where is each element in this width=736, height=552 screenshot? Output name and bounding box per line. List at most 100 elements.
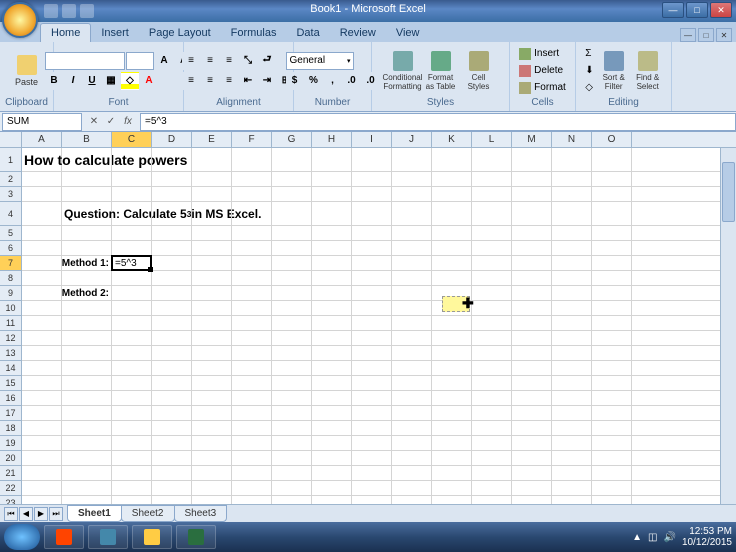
cell-G21[interactable]: [272, 466, 312, 480]
name-box[interactable]: SUM: [2, 113, 82, 131]
cell-N11[interactable]: [552, 316, 592, 330]
cell-M14[interactable]: [512, 361, 552, 375]
cell-D23[interactable]: [152, 496, 192, 504]
fill-color-button[interactable]: ◇: [121, 72, 139, 90]
cell-O3[interactable]: [592, 187, 632, 201]
cell-C1[interactable]: [112, 148, 152, 171]
cell-K4[interactable]: [432, 202, 472, 225]
cell-O22[interactable]: [592, 481, 632, 495]
sheet-tab-2[interactable]: Sheet2: [121, 505, 175, 522]
start-button[interactable]: [4, 524, 40, 550]
cell-G18[interactable]: [272, 421, 312, 435]
conditional-formatting-button[interactable]: Conditional Formatting: [385, 45, 421, 97]
cell-B4[interactable]: Question: Calculate 53 in MS Excel.: [62, 202, 112, 225]
taskbar-app-2[interactable]: [88, 525, 128, 549]
cell-K21[interactable]: [432, 466, 472, 480]
cell-O8[interactable]: [592, 271, 632, 285]
office-button[interactable]: [2, 2, 38, 38]
cell-C2[interactable]: [112, 172, 152, 186]
save-icon[interactable]: [44, 4, 58, 18]
comma-button[interactable]: ,: [324, 72, 342, 90]
sheet-tab-3[interactable]: Sheet3: [174, 505, 228, 522]
next-sheet-button[interactable]: ▶: [34, 507, 48, 521]
cell-H13[interactable]: [312, 346, 352, 360]
cell-A5[interactable]: [22, 226, 62, 240]
cell-I11[interactable]: [352, 316, 392, 330]
cell-B8[interactable]: [62, 271, 112, 285]
cell-D4[interactable]: [152, 202, 192, 225]
cell-G9[interactable]: [272, 286, 312, 300]
cell-H22[interactable]: [312, 481, 352, 495]
column-header-B[interactable]: B: [62, 132, 112, 147]
cell-F10[interactable]: [232, 301, 272, 315]
cell-D16[interactable]: [152, 391, 192, 405]
row-header-10[interactable]: 10: [0, 301, 21, 316]
cell-O7[interactable]: [592, 256, 632, 270]
cell-E15[interactable]: [192, 376, 232, 390]
tab-view[interactable]: View: [386, 24, 430, 42]
cell-G1[interactable]: [272, 148, 312, 171]
cell-G12[interactable]: [272, 331, 312, 345]
align-top-button[interactable]: ≡: [182, 52, 200, 70]
cell-D22[interactable]: [152, 481, 192, 495]
column-header-F[interactable]: F: [232, 132, 272, 147]
cell-J2[interactable]: [392, 172, 432, 186]
cell-L8[interactable]: [472, 271, 512, 285]
cell-I1[interactable]: [352, 148, 392, 171]
cell-N19[interactable]: [552, 436, 592, 450]
row-header-17[interactable]: 17: [0, 406, 21, 421]
tray-clock[interactable]: 12:53 PM 10/12/2015: [682, 526, 732, 548]
cell-M23[interactable]: [512, 496, 552, 504]
cell-H18[interactable]: [312, 421, 352, 435]
cell-B22[interactable]: [62, 481, 112, 495]
taskbar-app-excel[interactable]: [176, 525, 216, 549]
row-header-15[interactable]: 15: [0, 376, 21, 391]
cell-L7[interactable]: [472, 256, 512, 270]
cell-F13[interactable]: [232, 346, 272, 360]
cell-L11[interactable]: [472, 316, 512, 330]
cell-L14[interactable]: [472, 361, 512, 375]
cell-A19[interactable]: [22, 436, 62, 450]
cell-H1[interactable]: [312, 148, 352, 171]
column-header-M[interactable]: M: [512, 132, 552, 147]
align-center-button[interactable]: ≡: [201, 72, 219, 90]
row-header-14[interactable]: 14: [0, 361, 21, 376]
italic-button[interactable]: I: [64, 72, 82, 90]
cell-A21[interactable]: [22, 466, 62, 480]
cell-E23[interactable]: [192, 496, 232, 504]
cell-B19[interactable]: [62, 436, 112, 450]
cell-N10[interactable]: [552, 301, 592, 315]
cell-N21[interactable]: [552, 466, 592, 480]
cell-J4[interactable]: [392, 202, 432, 225]
tray-network-icon[interactable]: ◫: [648, 532, 657, 543]
cell-F19[interactable]: [232, 436, 272, 450]
cell-E13[interactable]: [192, 346, 232, 360]
cell-M1[interactable]: [512, 148, 552, 171]
cell-J8[interactable]: [392, 271, 432, 285]
cell-B13[interactable]: [62, 346, 112, 360]
cell-O23[interactable]: [592, 496, 632, 504]
cell-M16[interactable]: [512, 391, 552, 405]
cell-F15[interactable]: [232, 376, 272, 390]
cell-M3[interactable]: [512, 187, 552, 201]
cell-C19[interactable]: [112, 436, 152, 450]
cell-M11[interactable]: [512, 316, 552, 330]
cell-A8[interactable]: [22, 271, 62, 285]
cell-F9[interactable]: [232, 286, 272, 300]
cell-L10[interactable]: [472, 301, 512, 315]
row-header-18[interactable]: 18: [0, 421, 21, 436]
cell-F7[interactable]: [232, 256, 272, 270]
column-header-G[interactable]: G: [272, 132, 312, 147]
cell-B2[interactable]: [62, 172, 112, 186]
column-header-A[interactable]: A: [22, 132, 62, 147]
cell-M17[interactable]: [512, 406, 552, 420]
cell-G22[interactable]: [272, 481, 312, 495]
cell-O2[interactable]: [592, 172, 632, 186]
cell-E9[interactable]: [192, 286, 232, 300]
cell-O1[interactable]: [592, 148, 632, 171]
cell-H14[interactable]: [312, 361, 352, 375]
cell-D12[interactable]: [152, 331, 192, 345]
cell-A23[interactable]: [22, 496, 62, 504]
cell-O13[interactable]: [592, 346, 632, 360]
active-cell-editing[interactable]: =5^3: [111, 255, 152, 271]
